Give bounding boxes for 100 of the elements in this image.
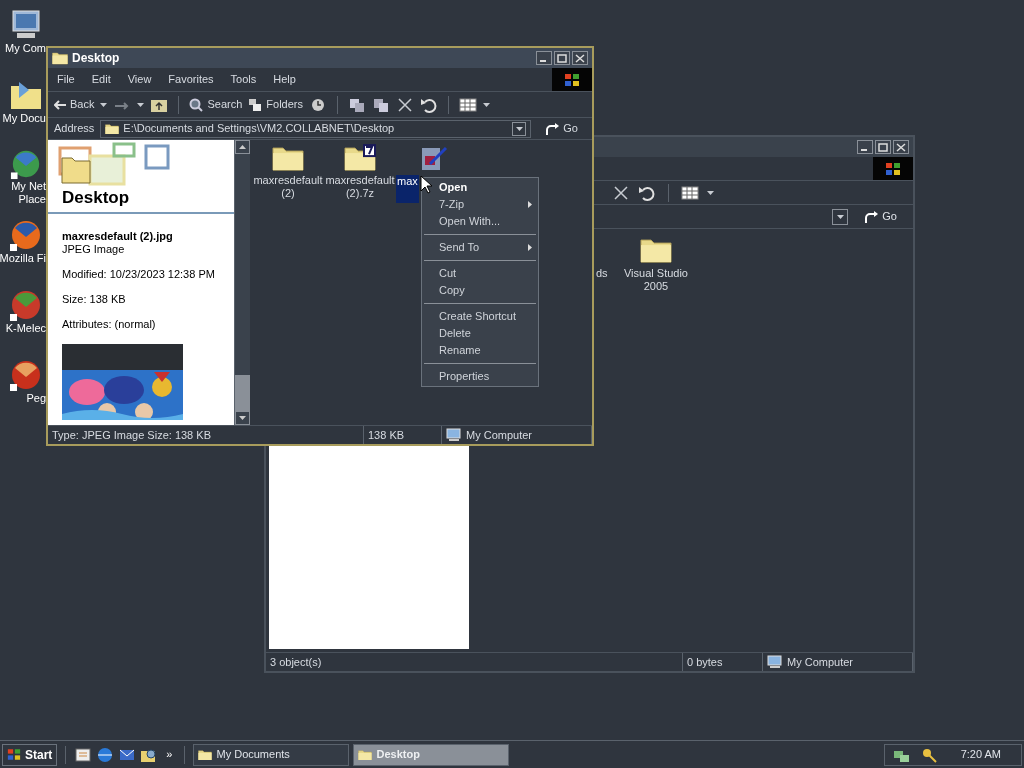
scroll-thumb[interactable] [235,375,250,411]
minimize-icon [540,59,546,62]
globe-icon[interactable] [96,746,115,763]
caret-icon[interactable] [836,214,844,219]
key-tray-icon[interactable] [920,746,939,763]
go-arrow-icon [864,210,879,223]
mouse-pointer-icon [420,175,432,194]
menu-item[interactable]: Edit [91,71,111,88]
clock: 7:20 AM [959,747,1002,763]
minimize-button[interactable] [857,140,873,154]
folders-icon [248,97,263,112]
melon-icon[interactable] [9,288,43,322]
address-field[interactable]: E:\Documents and Settings\VM2.COLLABNET\Desktop [100,119,532,138]
maximize-icon [878,142,888,152]
windows-logo [873,157,913,180]
caret-icon[interactable] [100,102,108,107]
status-text: Type: JPEG Image Size: 138 KB [52,427,211,443]
menu-item[interactable]: Help [273,71,296,88]
views-icon[interactable] [459,96,477,113]
menu-item[interactable]: Send To [422,239,538,256]
file-label[interactable]: maxresdefault (2) [252,174,324,201]
computer-icon [767,655,783,669]
file-name: maxresdefault (2).jpg [61,230,174,243]
status-text: 138 KB [368,427,405,443]
status-text: My Computer [787,654,854,670]
back-arrow-icon [54,99,66,110]
windows-flag-icon [7,748,21,761]
magnifier-folder-icon[interactable] [140,746,159,763]
panel-heading: Desktop [61,188,131,208]
views-icon[interactable] [681,184,699,201]
go-button[interactable]: Go [856,206,905,227]
folder-icon [105,122,120,135]
start-button[interactable]: Start [2,743,58,766]
file-type: JPEG Image [61,243,126,256]
undo-icon[interactable] [638,184,656,201]
menu-item[interactable]: Create Shortcut [422,308,538,325]
desktop-icon[interactable] [74,746,93,763]
caret-icon[interactable] [483,102,490,107]
minimize-button[interactable] [536,51,552,65]
ball-icon[interactable] [9,358,43,392]
detail-text: Size: 138 KB [61,293,127,306]
detail-text: Modified: 10/23/2023 12:38 PM [61,268,216,281]
move-to-icon[interactable] [348,96,366,113]
archive-folder-icon [344,144,376,172]
windows-logo [552,68,592,91]
menu-item[interactable]: Open With... [422,213,538,230]
scrollbar[interactable] [234,140,250,425]
caret-icon[interactable] [137,102,145,107]
close-icon [575,53,585,63]
menu-item[interactable]: Favorites [168,71,214,88]
menu-item[interactable]: Rename [422,342,538,359]
folder-icon [198,748,213,761]
folder-icon [640,236,672,264]
menu-item[interactable]: Tools [230,71,257,88]
file-label[interactable]: maxresdefault (2).7z [324,174,396,201]
close-button[interactable] [572,51,588,65]
icon-label: K-Melec [5,322,46,335]
search-button[interactable]: Search [189,96,243,113]
icon-label: Place [18,193,46,206]
file-label[interactable]: max [396,175,419,203]
browser-icon[interactable] [9,218,43,252]
minimize-icon [861,148,867,151]
folders-button[interactable]: Folders [248,96,303,113]
file-label[interactable]: ds [596,267,608,280]
delete-icon[interactable] [396,96,414,113]
close-icon [896,142,906,152]
chevron-text[interactable]: » [162,746,177,763]
status-text: My Computer [466,427,533,443]
scroll-down-icon[interactable] [239,416,246,420]
status-text: 0 bytes [687,654,723,670]
menu-item[interactable]: View [127,71,152,88]
menu-item[interactable]: Delete [422,325,538,342]
undo-icon[interactable] [420,96,438,113]
caret-icon[interactable] [707,190,714,195]
folder-icon [358,748,373,761]
delete-icon[interactable] [612,184,630,201]
scroll-up-icon[interactable] [239,145,246,149]
dropdown-button[interactable] [832,208,849,225]
maximize-button[interactable] [554,51,570,65]
close-button[interactable] [893,140,909,154]
menu-item[interactable]: Properties [422,368,538,385]
menu-item[interactable]: Cut [422,265,538,282]
submenu-arrow-icon [528,244,532,251]
go-button[interactable]: Go [537,118,586,139]
back-button[interactable]: Back [54,96,95,113]
menu-item[interactable]: 7-Zip [422,196,538,213]
menu-item[interactable]: Copy [422,282,538,299]
folder-icon [52,51,68,65]
caret-icon[interactable] [515,126,523,131]
menu-item[interactable]: File [57,71,75,88]
address-label: Address [54,121,95,137]
maximize-button[interactable] [875,140,891,154]
task-button[interactable]: My Documents [193,743,350,766]
copy-icon[interactable] [372,96,390,113]
icon-label: My Docu [2,112,46,125]
status-text: 3 object(s) [270,654,322,670]
history-icon[interactable] [309,96,327,113]
search-icon [189,97,204,112]
file-label[interactable]: Visual Studio 2005 [616,267,696,294]
icon-label: Mozilla Fi [0,252,46,265]
